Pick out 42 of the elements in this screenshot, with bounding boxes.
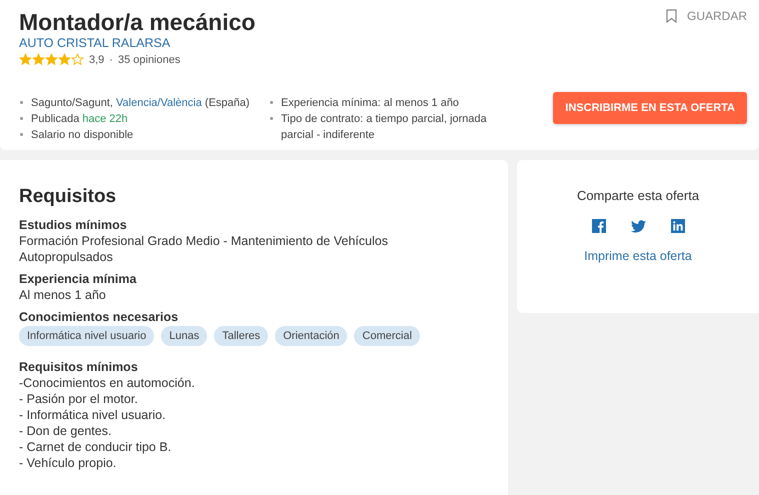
star-icon [19, 53, 32, 66]
skill-tag: Comercial [354, 326, 420, 346]
section-title: Requisitos [19, 186, 118, 208]
detail-item: Salario no disponible [19, 127, 259, 143]
star-icon [58, 53, 71, 66]
reviews-link[interactable]: 35 opiniones [118, 54, 180, 66]
detail-link[interactable]: hace 22h [82, 113, 128, 125]
detail-item: Tipo de contrato: a tiempo parcial, jornada parcial - indiferente [269, 111, 509, 143]
facebook-icon[interactable] [592, 219, 606, 233]
requirement-line: - Carnet de conducir tipo B. [19, 439, 172, 455]
field-heading: Conocimientos necesarios [19, 309, 180, 325]
requirement-line: - Don de gentes. [19, 423, 112, 439]
bookmark-icon [666, 9, 677, 23]
apply-button[interactable]: INSCRIBIRME EN ESTA OFERTA [553, 92, 747, 124]
star-icon [45, 53, 58, 66]
detail-item: Sagunto/Sagunt, Valencia/València (España) [19, 95, 259, 111]
detail-item: Publicada hace 22h [19, 111, 259, 127]
requirement-line: - Informática nivel usuario. [19, 407, 167, 423]
share-title: Comparte esta oferta [576, 188, 700, 203]
field-heading: Estudios mínimos [19, 217, 128, 233]
requirement-line: - Pasión por el motor. [19, 391, 139, 407]
detail-item: Experiencia mínima: al menos 1 año [269, 95, 509, 111]
separator-dot: · [109, 54, 113, 66]
requirement-line: -Conocimientos en automoción. [19, 375, 196, 391]
twitter-icon[interactable] [630, 220, 646, 232]
detail-link[interactable]: Valencia/València [116, 97, 202, 109]
company-link[interactable]: AUTO CRISTAL RALARSA [19, 36, 256, 50]
job-title: Montador/a mecánico [19, 8, 256, 36]
linkedin-icon[interactable] [670, 219, 684, 233]
requirement-line: - Vehículo propio. [19, 455, 118, 471]
skill-tag: Informática nivel usuario [19, 326, 154, 346]
field-heading: Requisitos mínimos [19, 359, 139, 375]
skill-tag: Orientación [275, 326, 348, 346]
save-button[interactable]: GUARDAR [666, 9, 747, 23]
field-value: Al menos 1 año [19, 287, 107, 303]
skill-tag: Talleres [214, 326, 268, 346]
print-link[interactable]: Imprime esta oferta [584, 249, 692, 263]
field-value: Formación Profesional Grado Medio - Mantenimiento de Vehículos Autopropulsados [19, 233, 389, 265]
field-heading: Experiencia mínima [19, 271, 138, 287]
rating-value: 3,9 [89, 54, 104, 66]
skill-tag: Lunas [161, 326, 208, 346]
star-icon [32, 53, 45, 66]
